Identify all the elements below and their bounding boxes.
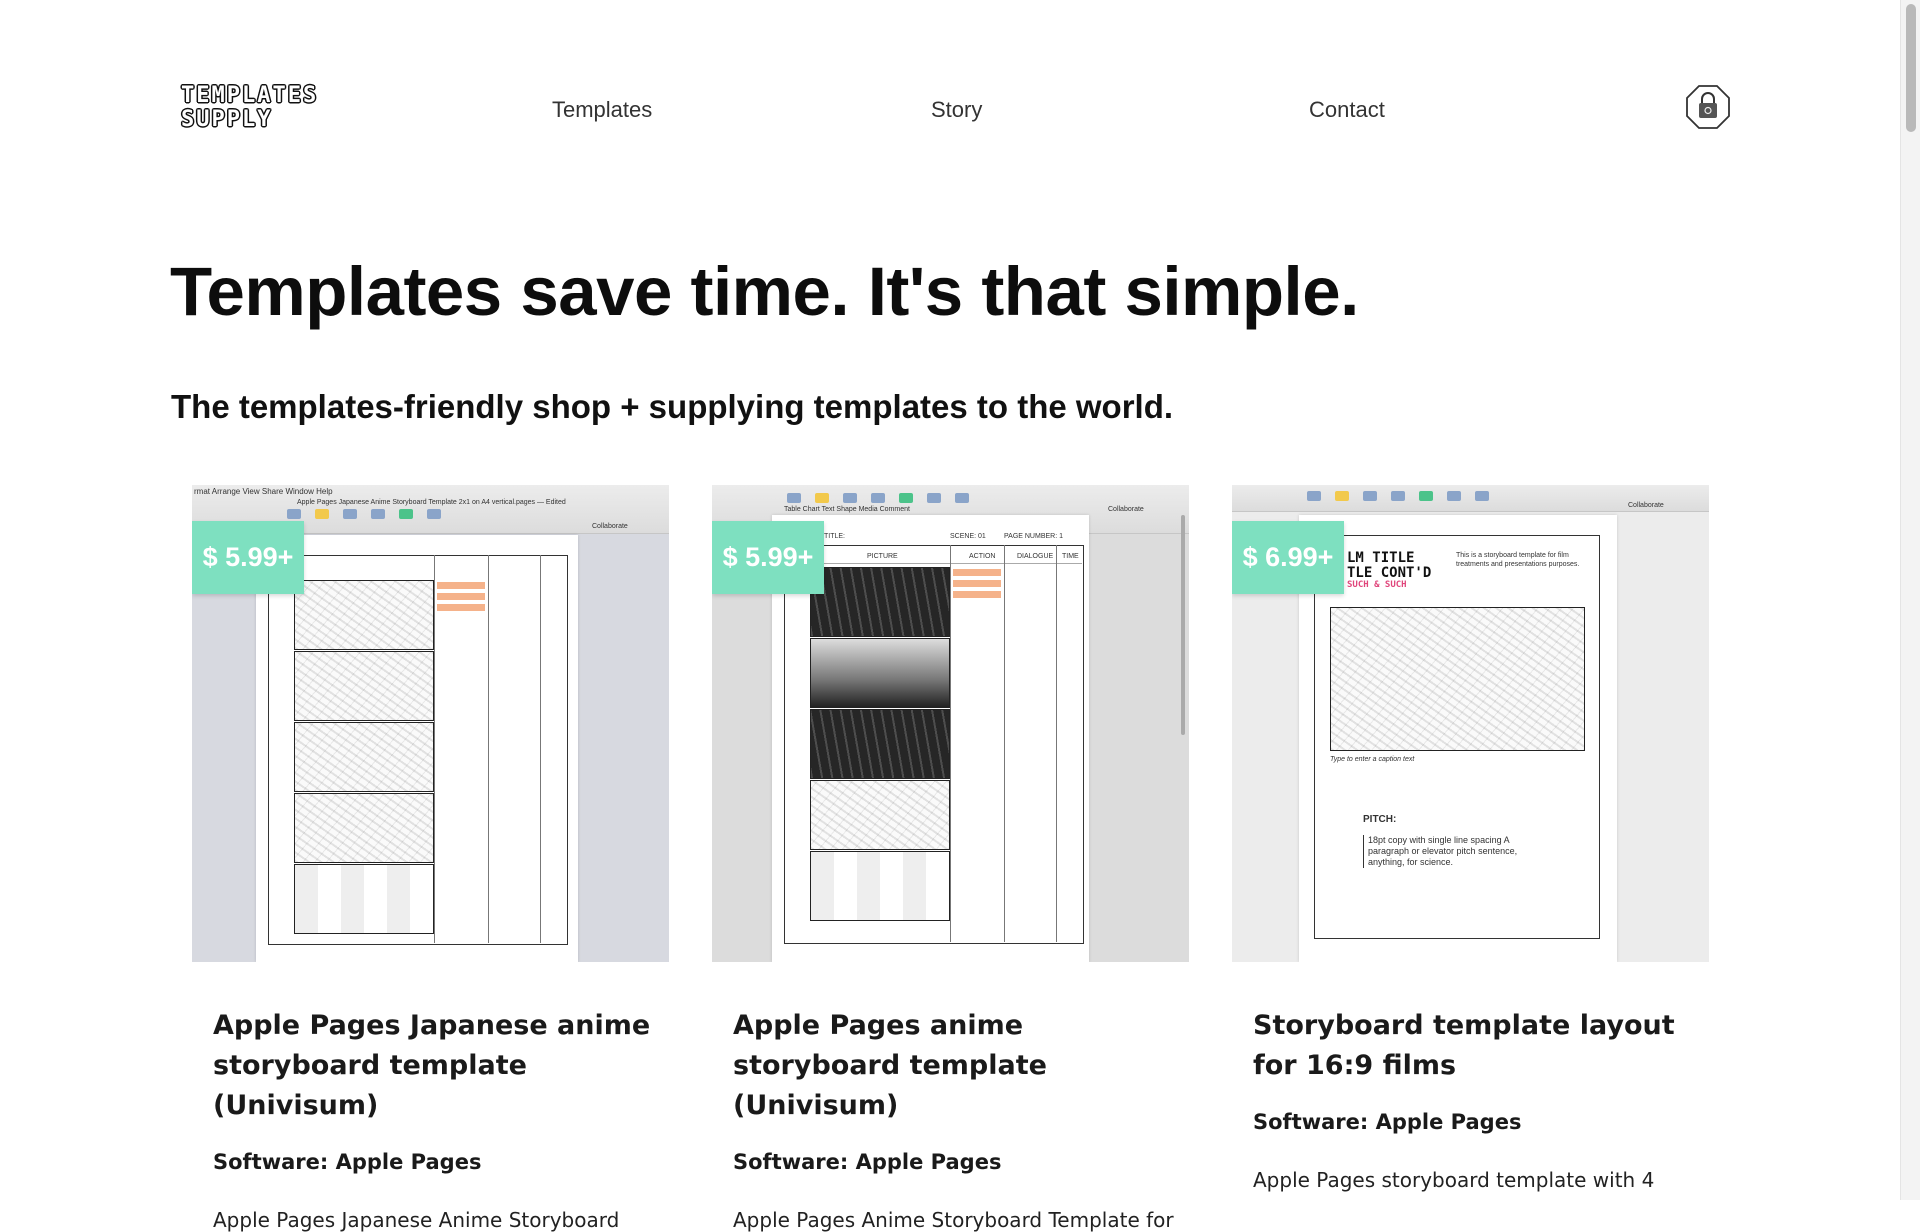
lock-bag-icon[interactable] [1685,84,1731,130]
product-card[interactable]: rmat Arrange View Share Window Help Appl… [192,485,669,1232]
product-thumbnail[interactable]: Collaborate LM TITLE TLE CONT'D SUCH & S… [1232,485,1709,962]
product-title[interactable]: Apple Pages anime storyboard template (U… [733,1006,1173,1126]
product-description: Apple Pages storyboard template with 4 [1253,1168,1655,1192]
product-thumbnail[interactable]: Table Chart Text Shape Media Comment Col… [712,485,1189,962]
product-thumbnail[interactable]: rmat Arrange View Share Window Help Appl… [192,485,669,962]
logo-line-2: SUPPLY [181,107,273,132]
price-badge: $ 5.99+ [192,521,304,594]
page-scrollbar[interactable] [1900,0,1920,1200]
toolbar-icons [287,509,441,519]
collaborate-label: Collaborate [1628,502,1664,509]
nav-story[interactable]: Story [931,97,982,123]
collaborate-label: Collaborate [1108,506,1144,513]
toolbar-icons [787,493,969,503]
product-card[interactable]: Table Chart Text Shape Media Comment Col… [712,485,1189,1232]
product-card[interactable]: Collaborate LM TITLE TLE CONT'D SUCH & S… [1232,485,1709,1192]
product-software: Software: Apple Pages [733,1150,1002,1174]
price-badge: $ 5.99+ [712,521,824,594]
product-description: Apple Pages Japanese Anime Storyboard [213,1208,620,1232]
nav-contact[interactable]: Contact [1309,97,1385,123]
page-subtitle: The templates-friendly shop + supplying … [171,388,1174,425]
page-title: Templates save time. It's that simple. [170,253,1359,330]
nav-templates[interactable]: Templates [552,97,652,123]
product-description: Apple Pages Anime Storyboard Template fo… [733,1208,1174,1232]
product-software: Software: Apple Pages [1253,1110,1522,1134]
document-page: LM TITLE TLE CONT'D SUCH & SUCH This is … [1299,515,1617,962]
price-badge: $ 6.99+ [1232,521,1344,594]
scrollbar-thumb[interactable] [1906,4,1916,132]
product-title[interactable]: Storyboard template layout for 16:9 film… [1253,1006,1693,1086]
menu-bar: rmat Arrange View Share Window Help [194,487,333,496]
toolbar-icons [1307,491,1489,501]
product-title[interactable]: Apple Pages Japanese anime storyboard te… [213,1006,653,1126]
product-software: Software: Apple Pages [213,1150,482,1174]
window-title: Apple Pages Japanese Anime Storyboard Te… [297,499,566,506]
document-page [256,535,578,962]
logo-line-1: TEMPLATES [181,83,319,108]
collaborate-label: Collaborate [592,523,628,530]
toolbar-labels: Table Chart Text Shape Media Comment [784,506,910,513]
site-logo[interactable]: TEMPLATES SUPPLY [181,84,318,132]
pages-toolbar: Collaborate [1232,485,1709,512]
